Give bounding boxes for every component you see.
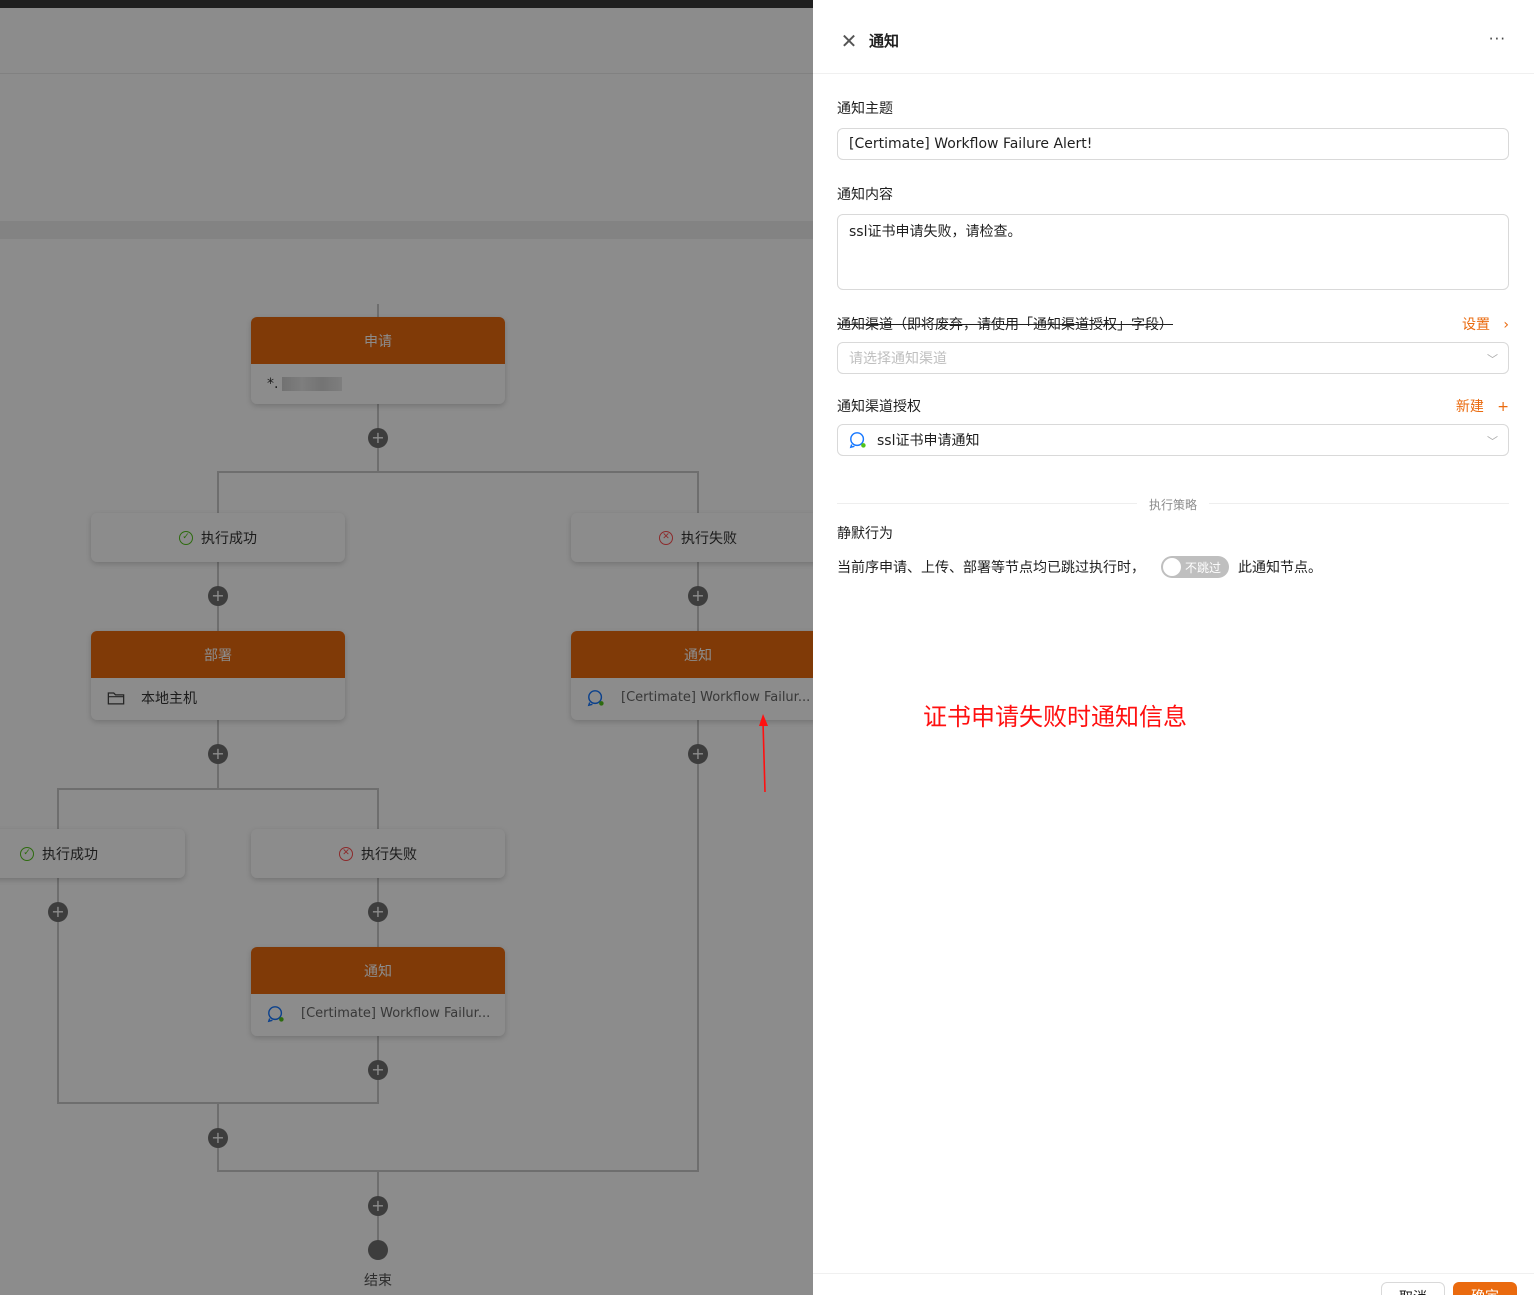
provider-access-label: 通知渠道授权 新建 + xyxy=(837,394,1509,420)
provider-access-label-text: 通知渠道授权 xyxy=(837,399,921,415)
silent-suffix: 此通知节点。 xyxy=(1238,560,1322,576)
footer-divider xyxy=(813,1273,1534,1274)
channel-placeholder: 请选择通知渠道 xyxy=(849,351,947,367)
subject-label: 通知主题 xyxy=(837,96,1509,122)
subject-label-text: 通知主题 xyxy=(837,101,893,117)
annotation-arrow-icon xyxy=(759,714,768,793)
plus-icon: + xyxy=(1488,399,1509,415)
channel-settings-text: 设置 xyxy=(1462,317,1491,333)
message-icon xyxy=(849,432,866,449)
confirm-button[interactable]: 确定 xyxy=(1453,1282,1517,1295)
switch-knob xyxy=(1163,558,1181,576)
notify-config-drawer: ✕ 通知 ··· 通知主题 [Certimate] Workflow Failu… xyxy=(813,0,1534,1295)
channel-select[interactable]: 请选择通知渠道 ﹀ xyxy=(837,342,1509,374)
cancel-button[interactable]: 取消 xyxy=(1381,1282,1445,1295)
provider-access-value: ssl证书申请通知 xyxy=(877,433,980,449)
provider-access-new-text: 新建 xyxy=(1455,399,1484,415)
message-textarea[interactable]: ssl证书申请失败，请检查。 xyxy=(837,214,1509,290)
silent-row: 当前序申请、上传、部署等节点均已跳过执行时， 不跳过 此通知节点。 xyxy=(837,556,1322,578)
skip-switch[interactable]: 不跳过 xyxy=(1161,556,1229,578)
subject-input[interactable]: [Certimate] Workflow Failure Alert! xyxy=(837,128,1509,160)
provider-access-select[interactable]: ssl证书申请通知 ﹀ xyxy=(837,424,1509,456)
notify-form: 通知主题 [Certimate] Workflow Failure Alert!… xyxy=(837,96,1509,456)
chevron-down-icon: ﹀ xyxy=(1487,435,1498,448)
drawer-header: ✕ 通知 ··· xyxy=(813,8,1534,74)
close-icon[interactable]: ✕ xyxy=(839,31,859,52)
provider-access-new-link[interactable]: 新建 + xyxy=(1456,394,1509,420)
channel-label: 通知渠道（即将废弃，请使用「通知渠道授权」字段） 设置 › xyxy=(837,312,1509,338)
silent-title: 静默行为 xyxy=(837,526,893,542)
silent-prefix: 当前序申请、上传、部署等节点均已跳过执行时， xyxy=(837,560,1145,576)
channel-label-text: 通知渠道（即将废弃，请使用「通知渠道授权」字段） xyxy=(837,317,1173,333)
chevron-right-icon: › xyxy=(1494,317,1509,333)
channel-settings-link[interactable]: 设置 › xyxy=(1462,312,1509,338)
message-label: 通知内容 xyxy=(837,182,1509,208)
drawer-title: 通知 xyxy=(869,32,900,50)
workflow-canvas: 申请 *. + ✓ 执行成功 ✕ 执行失败 + + 部署 本地主机 通知 [Ce… xyxy=(0,0,813,1295)
strategy-divider-text: 执行策略 xyxy=(1148,498,1197,512)
more-icon[interactable]: ··· xyxy=(1489,30,1506,48)
strategy-divider: 执行策略 xyxy=(837,496,1509,512)
message-label-text: 通知内容 xyxy=(837,187,893,203)
annotation-text: 证书申请失败时通知信息 xyxy=(923,703,1187,731)
drawer-mask[interactable] xyxy=(0,0,813,1295)
chevron-down-icon: ﹀ xyxy=(1487,353,1498,366)
switch-label: 不跳过 xyxy=(1185,561,1222,575)
